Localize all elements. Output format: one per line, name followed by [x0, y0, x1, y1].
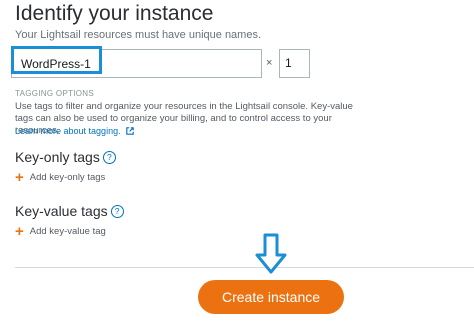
- add-key-value-tag-label[interactable]: Add key-value tag: [30, 226, 106, 237]
- create-instance-button[interactable]: Create instance: [198, 280, 344, 314]
- plus-icon: +: [15, 168, 24, 186]
- key-only-tags-title: Key-only tags: [15, 149, 100, 165]
- instance-name-input[interactable]: [21, 56, 99, 72]
- tagging-options-label: TAGGING OPTIONS: [15, 89, 95, 98]
- external-link-icon: [126, 127, 134, 135]
- help-icon[interactable]: ?: [110, 205, 124, 218]
- instance-count-input[interactable]: [285, 56, 305, 70]
- add-key-only-tags-label[interactable]: Add key-only tags: [30, 172, 106, 183]
- key-value-tags-heading: Key-value tags?: [15, 203, 124, 219]
- page-subtitle: Your Lightsail resources must have uniqu…: [15, 29, 262, 41]
- learn-more-label[interactable]: Learn more about tagging.: [15, 126, 121, 136]
- add-key-value-tag-button[interactable]: + Add key-value tag: [15, 222, 106, 240]
- help-icon[interactable]: ?: [102, 151, 116, 164]
- down-arrow-icon: [255, 233, 287, 274]
- key-only-tags-heading: Key-only tags?: [15, 149, 116, 165]
- multiply-sign: ×: [266, 57, 273, 69]
- add-key-only-tags-button[interactable]: + Add key-only tags: [15, 168, 106, 186]
- key-value-tags-title: Key-value tags: [15, 203, 108, 219]
- plus-icon: +: [15, 222, 24, 240]
- learn-more-tagging-link[interactable]: Learn more about tagging.: [15, 126, 134, 136]
- page-title: Identify your instance: [15, 2, 214, 25]
- divider: [15, 267, 474, 268]
